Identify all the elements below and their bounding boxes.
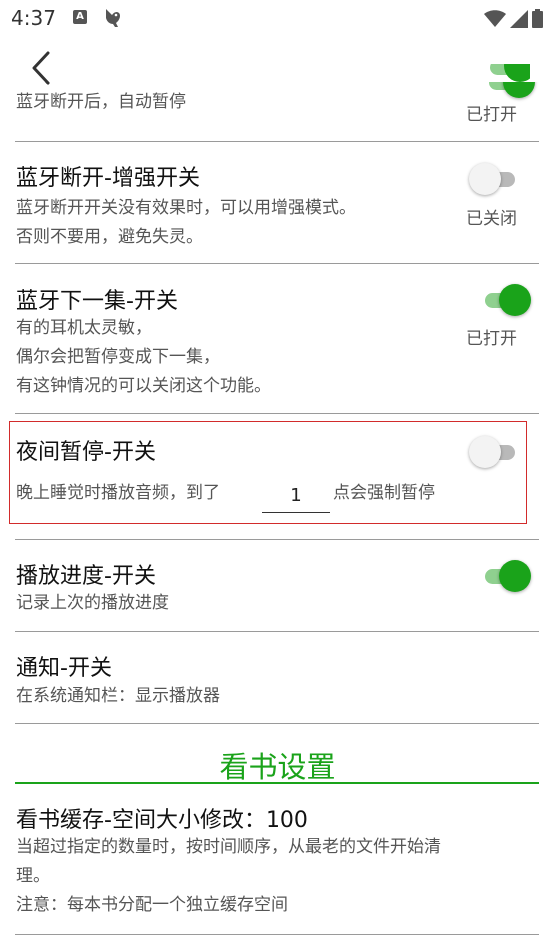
night-pause-hour-input[interactable] <box>262 478 330 513</box>
divider <box>15 413 539 414</box>
setting-title: 蓝牙断开-增强开关 <box>16 166 200 191</box>
status-right-icons <box>484 9 543 28</box>
chevron-left-icon <box>32 51 50 85</box>
setting-row-playback-progress[interactable]: 播放进度-开关 记录上次的播放进度 <box>0 540 555 632</box>
battery-icon <box>532 9 543 28</box>
setting-state: 已关闭 <box>466 209 517 229</box>
section-header-reading: 看书设置 <box>219 750 336 784</box>
wifi-icon <box>484 10 506 27</box>
status-time: 4:37 <box>11 6 56 30</box>
setting-row-book-cache[interactable]: 看书缓存-空间大小修改：100 当超过指定的数量时，按时间顺序，从最老的文件开始… <box>0 784 555 934</box>
setting-title: 夜间暂停-开关 <box>16 440 156 465</box>
setting-state: 已打开 <box>466 329 517 349</box>
toggle-switch[interactable] <box>483 284 531 316</box>
toggle-switch-partial[interactable] <box>490 64 530 82</box>
setting-row-bt-enhance[interactable]: 蓝牙断开-增强开关 蓝牙断开开关没有效果时，可以用增强模式。 否则不要用，避免失… <box>0 142 555 264</box>
setting-desc: 在系统通知栏：显示播放器 <box>16 686 220 706</box>
toggle-switch[interactable] <box>469 436 515 468</box>
setting-desc: 注意：每本书分配一个独立缓存空间 <box>16 895 288 915</box>
toggle-switch[interactable] <box>469 163 515 195</box>
signal-icon <box>510 10 528 28</box>
header-area <box>0 38 555 82</box>
setting-title: 播放进度-开关 <box>16 564 156 589</box>
setting-title: 通知-开关 <box>16 656 112 681</box>
setting-desc: 记录上次的播放进度 <box>16 593 169 613</box>
divider <box>15 723 539 724</box>
setting-title: 蓝牙下一集-开关 <box>16 289 178 314</box>
divider <box>15 934 539 935</box>
bird-notification-icon <box>102 6 124 34</box>
setting-desc: 偶尔会把暂停变成下一集， <box>16 347 220 367</box>
setting-row-notification[interactable]: 通知-开关 在系统通知栏：显示播放器 <box>0 632 555 724</box>
setting-desc: 有的耳机太灵敏， <box>16 318 152 338</box>
setting-desc: 晚上睡觉时播放音频，到了 <box>16 483 220 503</box>
setting-desc: 蓝牙断开后，自动暂停 <box>16 92 186 112</box>
setting-desc: 有这钟情况的可以关闭这个功能。 <box>16 376 271 396</box>
setting-desc: 蓝牙断开开关没有效果时，可以用增强模式。 <box>16 198 356 218</box>
setting-desc: 否则不要用，避免失灵。 <box>16 227 203 247</box>
setting-row-night-pause[interactable]: 夜间暂停-开关 晚上睡觉时播放音频，到了 点会强制暂停 <box>0 420 555 530</box>
setting-title: 看书缓存-空间大小修改：100 <box>16 808 308 833</box>
a-notification-icon: A <box>73 10 87 24</box>
setting-desc: 理。 <box>16 866 50 886</box>
setting-desc: 当超过指定的数量时，按时间顺序，从最老的文件开始清 <box>16 837 441 857</box>
setting-desc: 点会强制暂停 <box>333 483 435 503</box>
status-bar: 4:37 A <box>0 0 555 38</box>
setting-state: 已打开 <box>466 105 517 125</box>
setting-row-bt-next[interactable]: 蓝牙下一集-开关 有的耳机太灵敏， 偶尔会把暂停变成下一集， 有这钟情况的可以关… <box>0 264 555 414</box>
back-button-overlay[interactable] <box>26 48 56 88</box>
toggle-switch[interactable] <box>483 560 531 592</box>
